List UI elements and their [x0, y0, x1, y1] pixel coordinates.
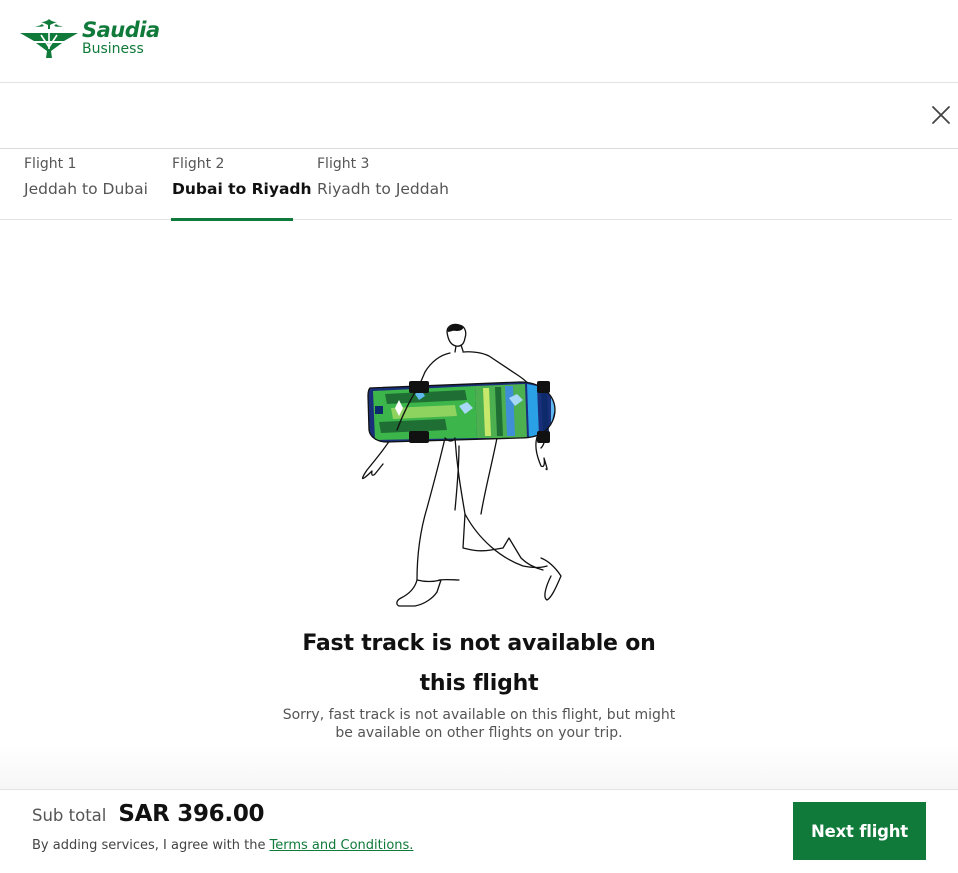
saudia-business-logo[interactable]: Saudia Business [20, 17, 160, 59]
tab-flight-route: Jeddah to Dubai [24, 180, 148, 198]
top-header: Saudia Business [0, 0, 958, 83]
tab-flight-route: Dubai to Riyadh [172, 180, 312, 198]
brand-name: Saudia [82, 18, 160, 42]
active-tab-indicator [171, 218, 293, 221]
tab-flight-2[interactable]: Flight 2 Dubai to Riyadh [171, 149, 312, 221]
subtotal: Sub total SAR 396.00 [32, 801, 265, 827]
summary-footer: Sub total SAR 396.00 By adding services,… [0, 789, 958, 873]
next-flight-button[interactable]: Next flight [793, 802, 926, 860]
tab-flight-number: Flight 2 [172, 156, 225, 172]
empty-state-title: Fast track is not available on this flig… [302, 631, 656, 696]
tab-flight-number: Flight 3 [317, 156, 370, 172]
empty-state-message: Sorry, fast track is not available on th… [282, 707, 676, 741]
content-fade [0, 745, 958, 789]
close-icon[interactable] [930, 104, 952, 126]
terms-agreement: By adding services, I agree with the Term… [32, 838, 413, 853]
dialog-bar [0, 83, 958, 149]
tab-flight-3[interactable]: Flight 3 Riyadh to Jeddah [317, 149, 452, 220]
person-carrying-skateboard-illustration [361, 323, 562, 607]
tab-flight-number: Flight 1 [24, 156, 77, 172]
brand-sub: Business [82, 41, 144, 57]
subtotal-amount: SAR 396.00 [118, 801, 265, 827]
tab-flight-1[interactable]: Flight 1 Jeddah to Dubai [24, 149, 149, 220]
tab-flight-route: Riyadh to Jeddah [317, 180, 449, 198]
terms-agreement-text: By adding services, I agree with the [32, 838, 266, 853]
saudia-logo-icon [20, 19, 78, 58]
subtotal-label: Sub total [32, 806, 107, 825]
terms-link[interactable]: Terms and Conditions. [269, 838, 413, 853]
flight-tabs: Flight 1 Jeddah to Dubai Flight 2 Dubai … [0, 149, 952, 221]
